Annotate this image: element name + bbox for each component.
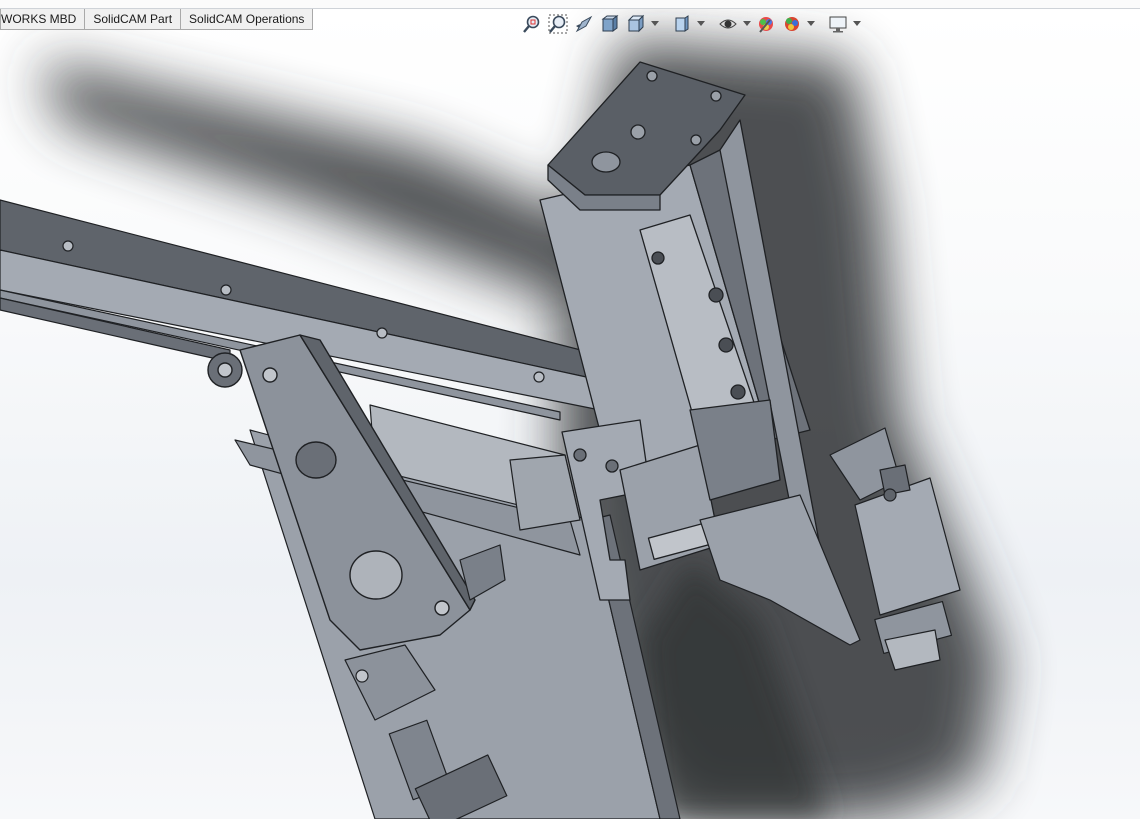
heads-up-view-toolbar [520,12,862,36]
chevron-down-icon[interactable] [806,12,816,36]
graphics-area[interactable] [0,9,1140,819]
chevron-down-icon[interactable] [852,12,862,36]
chevron-down-icon[interactable] [696,12,706,36]
hide-show-items-icon[interactable] [716,12,740,36]
zoom-to-area-icon[interactable] [546,12,570,36]
zoom-to-fit-icon[interactable] [520,12,544,36]
command-manager-tabs: WORKS MBD SolidCAM Part SolidCAM Operati… [0,9,314,31]
chevron-down-icon[interactable] [742,12,752,36]
assembly-model[interactable] [0,9,1140,819]
tab-mbd[interactable]: WORKS MBD [0,9,86,30]
edit-appearance-icon[interactable] [754,12,778,36]
previous-view-icon[interactable] [572,12,596,36]
view-settings-icon[interactable] [826,12,850,36]
chevron-down-icon[interactable] [650,12,660,36]
tab-solidcam-operations[interactable]: SolidCAM Operations [180,9,314,30]
section-view-icon[interactable] [598,12,622,36]
window-top-border [0,0,1140,9]
apply-scene-icon[interactable] [780,12,804,36]
view-orientation-icon[interactable] [624,12,648,36]
tab-solidcam-part[interactable]: SolidCAM Part [84,9,182,30]
display-style-icon[interactable] [670,12,694,36]
